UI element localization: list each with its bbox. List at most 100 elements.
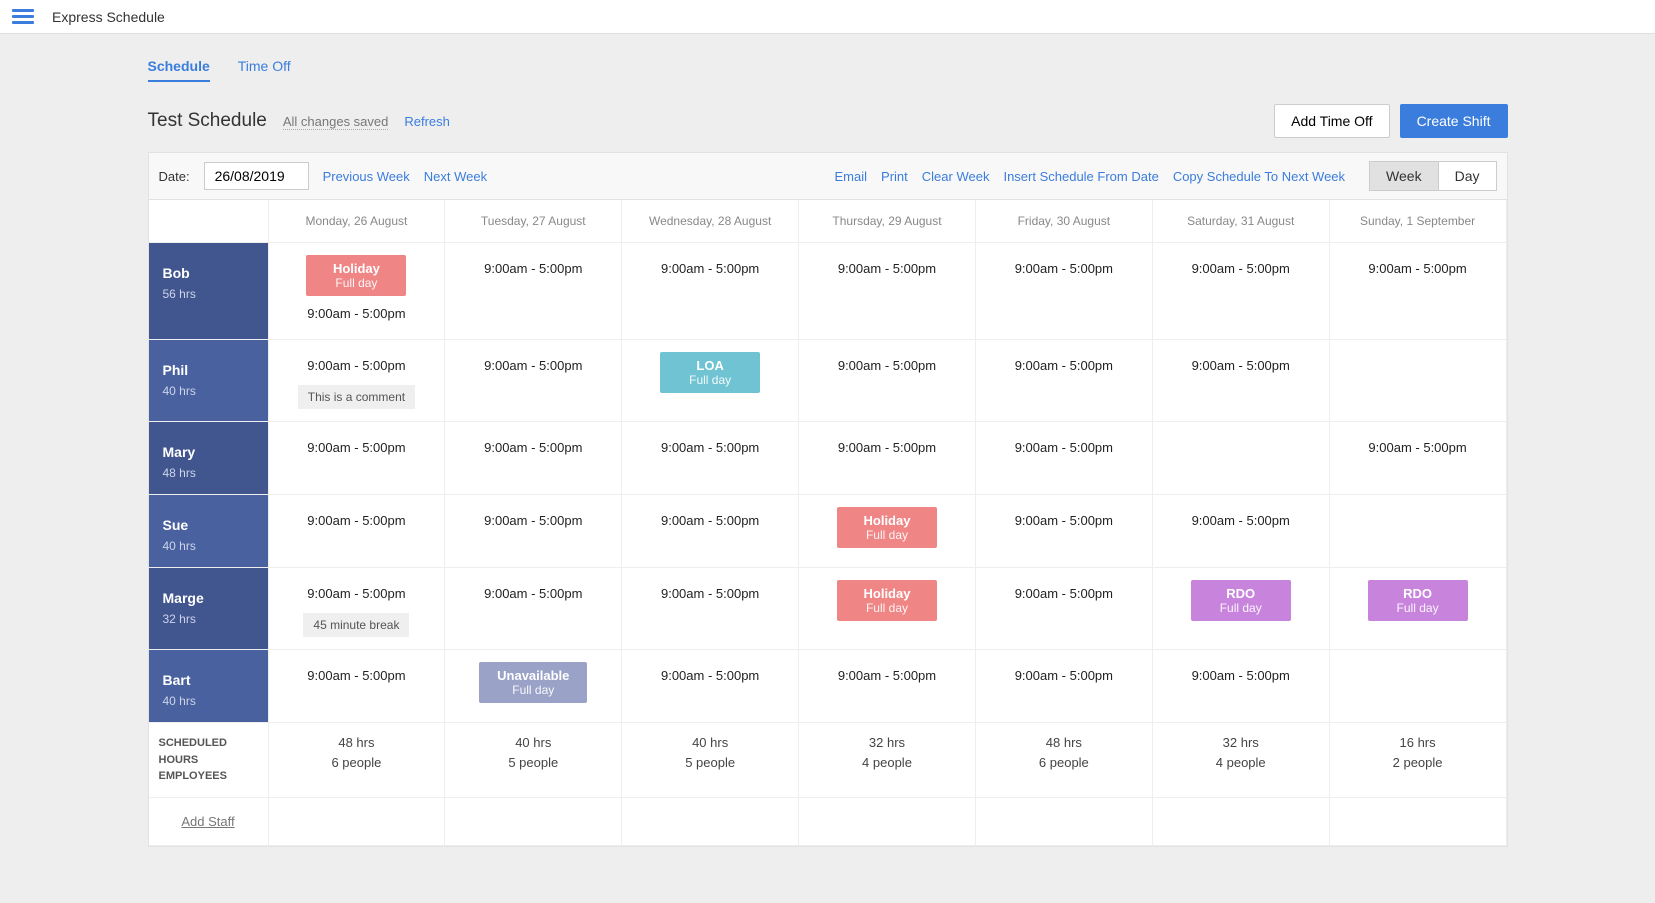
schedule-cell[interactable]: RDOFull day: [1153, 568, 1330, 650]
schedule-cell[interactable]: 9:00am - 5:00pm: [976, 495, 1153, 568]
shift[interactable]: 9:00am - 5:00pm: [453, 507, 613, 534]
next-week-link[interactable]: Next Week: [424, 169, 487, 184]
schedule-cell[interactable]: 9:00am - 5:00pm: [976, 340, 1153, 422]
schedule-cell[interactable]: HolidayFull day9:00am - 5:00pm: [269, 243, 446, 340]
shift[interactable]: 9:00am - 5:00pm: [1161, 255, 1321, 282]
schedule-cell[interactable]: 9:00am - 5:00pm: [622, 495, 799, 568]
shift[interactable]: 9:00am - 5:00pm: [277, 434, 437, 461]
schedule-cell[interactable]: UnavailableFull day: [445, 650, 622, 723]
tab-schedule[interactable]: Schedule: [148, 58, 210, 82]
shift[interactable]: 9:00am - 5:00pm: [807, 434, 967, 461]
shift[interactable]: 9:00am - 5:00pm: [984, 255, 1144, 282]
schedule-cell[interactable]: 9:00am - 5:00pm: [976, 568, 1153, 650]
date-input[interactable]: [204, 162, 309, 190]
shift-comment[interactable]: 45 minute break: [303, 613, 409, 637]
status-badge[interactable]: HolidayFull day: [837, 507, 937, 548]
day-view-button[interactable]: Day: [1438, 161, 1497, 191]
schedule-cell[interactable]: 9:00am - 5:00pm: [622, 650, 799, 723]
schedule-cell[interactable]: 9:00am - 5:00pm: [976, 650, 1153, 723]
schedule-cell[interactable]: 9:00am - 5:00pm: [445, 422, 622, 495]
schedule-cell[interactable]: 9:00am - 5:00pm: [622, 422, 799, 495]
schedule-cell[interactable]: 9:00am - 5:00pm: [799, 650, 976, 723]
shift[interactable]: 9:00am - 5:00pm: [277, 580, 437, 607]
schedule-cell[interactable]: 9:00am - 5:00pm: [976, 243, 1153, 340]
shift[interactable]: 9:00am - 5:00pm: [984, 434, 1144, 461]
schedule-cell[interactable]: 9:00am - 5:00pm: [269, 495, 446, 568]
shift[interactable]: 9:00am - 5:00pm: [453, 434, 613, 461]
shift[interactable]: 9:00am - 5:00pm: [453, 580, 613, 607]
staff-cell[interactable]: Marge 32 hrs: [149, 568, 269, 650]
shift[interactable]: 9:00am - 5:00pm: [984, 662, 1144, 689]
schedule-cell[interactable]: [1330, 495, 1507, 568]
previous-week-link[interactable]: Previous Week: [323, 169, 410, 184]
schedule-cell[interactable]: 9:00am - 5:00pm: [269, 422, 446, 495]
shift[interactable]: 9:00am - 5:00pm: [453, 352, 613, 379]
schedule-cell[interactable]: [1153, 422, 1330, 495]
schedule-cell[interactable]: 9:00am - 5:00pm: [445, 568, 622, 650]
schedule-cell[interactable]: 9:00am - 5:00pm: [622, 568, 799, 650]
create-shift-button[interactable]: Create Shift: [1400, 104, 1508, 138]
schedule-cell[interactable]: 9:00am - 5:00pm: [445, 340, 622, 422]
shift[interactable]: 9:00am - 5:00pm: [630, 434, 790, 461]
shift[interactable]: 9:00am - 5:00pm: [630, 255, 790, 282]
week-view-button[interactable]: Week: [1369, 161, 1438, 191]
schedule-cell[interactable]: [1330, 340, 1507, 422]
shift[interactable]: 9:00am - 5:00pm: [1161, 662, 1321, 689]
shift[interactable]: 9:00am - 5:00pm: [984, 507, 1144, 534]
schedule-cell[interactable]: 9:00am - 5:00pm: [445, 243, 622, 340]
shift[interactable]: 9:00am - 5:00pm: [1338, 255, 1498, 282]
shift[interactable]: 9:00am - 5:00pm: [277, 507, 437, 534]
shift[interactable]: 9:00am - 5:00pm: [277, 662, 437, 689]
add-staff-link[interactable]: Add Staff: [149, 798, 269, 846]
copy-to-next-week-link[interactable]: Copy Schedule To Next Week: [1173, 169, 1345, 184]
shift[interactable]: 9:00am - 5:00pm: [277, 352, 437, 379]
shift[interactable]: 9:00am - 5:00pm: [1161, 352, 1321, 379]
staff-cell[interactable]: Bart 40 hrs: [149, 650, 269, 723]
shift[interactable]: 9:00am - 5:00pm: [1161, 507, 1321, 534]
menu-icon[interactable]: [12, 9, 34, 24]
shift[interactable]: 9:00am - 5:00pm: [984, 352, 1144, 379]
schedule-cell[interactable]: 9:00am - 5:00pm: [976, 422, 1153, 495]
shift[interactable]: 9:00am - 5:00pm: [1338, 434, 1498, 461]
schedule-cell[interactable]: 9:00am - 5:00pm: [1153, 340, 1330, 422]
schedule-cell[interactable]: 9:00am - 5:00pm: [269, 650, 446, 723]
tab-timeoff[interactable]: Time Off: [238, 58, 291, 82]
add-time-off-button[interactable]: Add Time Off: [1274, 104, 1389, 138]
status-badge[interactable]: LOAFull day: [660, 352, 760, 393]
schedule-cell[interactable]: 9:00am - 5:00pm: [799, 422, 976, 495]
shift-comment[interactable]: This is a comment: [298, 385, 415, 409]
schedule-cell[interactable]: LOAFull day: [622, 340, 799, 422]
schedule-cell[interactable]: 9:00am - 5:00pm: [1153, 495, 1330, 568]
status-badge[interactable]: HolidayFull day: [837, 580, 937, 621]
schedule-cell[interactable]: 9:00am - 5:00pm: [1330, 243, 1507, 340]
schedule-cell[interactable]: HolidayFull day: [799, 495, 976, 568]
email-link[interactable]: Email: [835, 169, 868, 184]
insert-from-date-link[interactable]: Insert Schedule From Date: [1003, 169, 1158, 184]
shift[interactable]: 9:00am - 5:00pm: [630, 580, 790, 607]
schedule-cell[interactable]: 9:00am - 5:00pm: [1330, 422, 1507, 495]
clear-week-link[interactable]: Clear Week: [922, 169, 990, 184]
schedule-cell[interactable]: [1330, 650, 1507, 723]
shift[interactable]: 9:00am - 5:00pm: [453, 255, 613, 282]
print-link[interactable]: Print: [881, 169, 908, 184]
schedule-cell[interactable]: 9:00am - 5:00pm: [445, 495, 622, 568]
schedule-cell[interactable]: 9:00am - 5:00pm This is a comment: [269, 340, 446, 422]
schedule-cell[interactable]: 9:00am - 5:00pm: [799, 340, 976, 422]
status-badge[interactable]: RDOFull day: [1368, 580, 1468, 621]
refresh-link[interactable]: Refresh: [404, 114, 450, 129]
shift[interactable]: 9:00am - 5:00pm: [807, 662, 967, 689]
shift[interactable]: 9:00am - 5:00pm: [807, 255, 967, 282]
schedule-cell[interactable]: 9:00am - 5:00pm: [799, 243, 976, 340]
staff-cell[interactable]: Bob 56 hrs: [149, 243, 269, 340]
schedule-cell[interactable]: 9:00am - 5:00pm 45 minute break: [269, 568, 446, 650]
schedule-cell[interactable]: 9:00am - 5:00pm: [1153, 650, 1330, 723]
status-badge[interactable]: UnavailableFull day: [479, 662, 587, 703]
schedule-cell[interactable]: 9:00am - 5:00pm: [622, 243, 799, 340]
schedule-cell[interactable]: RDOFull day: [1330, 568, 1507, 650]
staff-cell[interactable]: Sue 40 hrs: [149, 495, 269, 568]
schedule-cell[interactable]: 9:00am - 5:00pm: [1153, 243, 1330, 340]
shift[interactable]: 9:00am - 5:00pm: [807, 352, 967, 379]
staff-cell[interactable]: Mary 48 hrs: [149, 422, 269, 495]
shift[interactable]: 9:00am - 5:00pm: [277, 300, 437, 327]
staff-cell[interactable]: Phil 40 hrs: [149, 340, 269, 422]
